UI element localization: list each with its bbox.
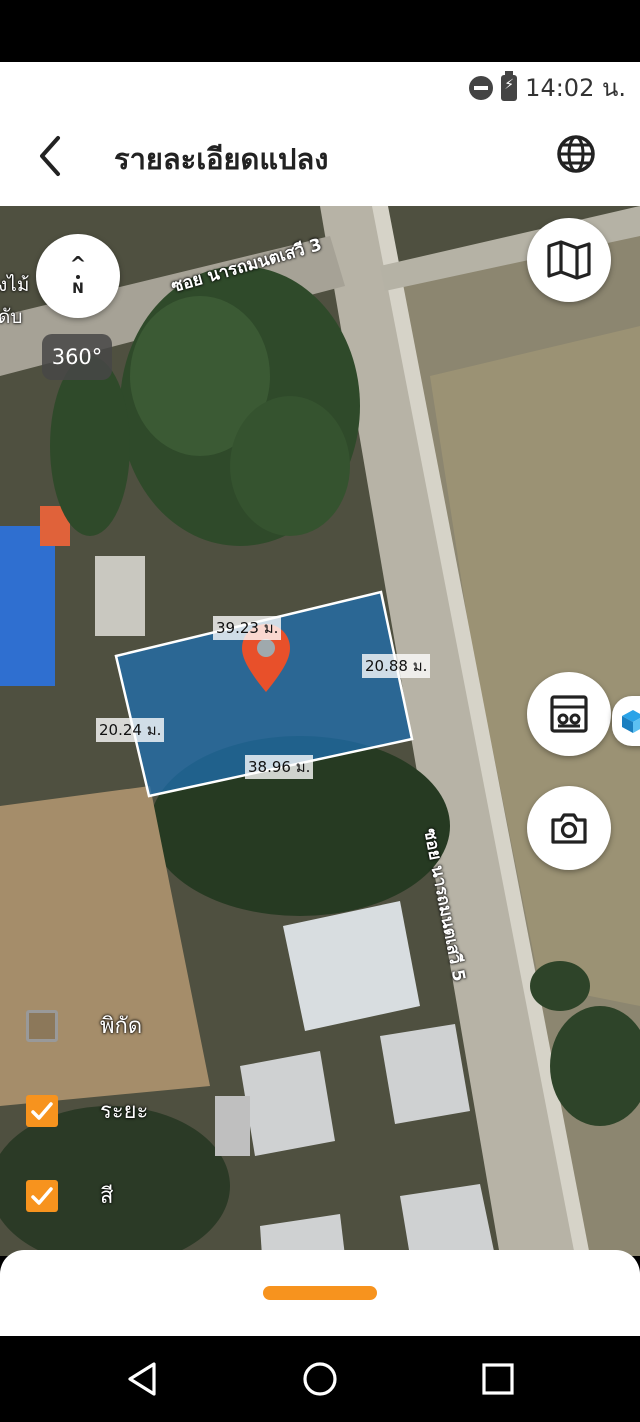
plot-top-edge-length: 39.23 ม. <box>213 616 282 640</box>
map-edge-label-1: งไม้ <box>0 274 30 296</box>
view-360-button[interactable]: 360° <box>42 334 112 380</box>
compass-n-label: N <box>72 281 84 297</box>
camera-icon <box>551 813 587 844</box>
plot-bottom-edge-length: 38.96 ม. <box>245 755 314 779</box>
back-arrow-icon <box>40 136 60 176</box>
globe-icon <box>557 135 595 173</box>
back-button[interactable] <box>28 130 76 182</box>
calculator-button[interactable] <box>527 672 611 756</box>
recents-square-icon <box>482 1363 514 1395</box>
plot-left-edge-length: 20.24 ม. <box>96 718 165 742</box>
home-circle-icon <box>303 1362 337 1396</box>
nav-back-button[interactable] <box>122 1358 164 1400</box>
compass-button[interactable]: ^ N <box>36 234 120 318</box>
camera-button[interactable] <box>527 786 611 870</box>
coordinates-label: พิกัด <box>100 1014 143 1039</box>
distance-label: ระยะ <box>100 1099 149 1124</box>
page-title: รายละเอียดแปลง <box>114 142 329 176</box>
map-layers-icon <box>547 240 591 280</box>
map-edge-label-2: ดับ <box>0 306 23 328</box>
nav-home-button[interactable] <box>299 1358 341 1400</box>
battery-charging-icon <box>501 70 518 101</box>
sheet-drag-handle[interactable] <box>263 1286 377 1300</box>
status-right-group: 14:02 น. <box>469 68 626 107</box>
map-type-button[interactable] <box>527 218 611 302</box>
compass-dot <box>76 275 80 279</box>
nav-recents-button[interactable] <box>477 1358 519 1400</box>
language-button[interactable] <box>552 130 600 178</box>
color-checkbox[interactable] <box>26 1179 58 1212</box>
coordinates-checkbox[interactable] <box>26 1009 58 1042</box>
color-label: สี <box>100 1184 114 1209</box>
status-bar: 14:02 น. <box>0 62 640 106</box>
cube-icon <box>622 710 640 733</box>
checkmark-icon <box>31 1186 53 1205</box>
system-nav-bar <box>0 1336 640 1422</box>
satellite-map[interactable]: ซอย นารถมนตเสวี 3 ซอย นารถมนตเสวี 5 งไม้… <box>0 206 640 1256</box>
calculator-icon <box>550 695 588 733</box>
top-black-band <box>0 0 640 62</box>
north-arrow-icon: ^ <box>69 252 87 276</box>
app-bar: รายละเอียดแปลง <box>0 106 640 206</box>
status-time: 14:02 น. <box>525 74 626 102</box>
toggle-color[interactable]: สี <box>26 1178 113 1213</box>
bottom-sheet[interactable] <box>0 1250 640 1340</box>
plot-right-edge-length: 20.88 ม. <box>362 654 431 678</box>
back-triangle-icon <box>128 1362 156 1396</box>
distance-checkbox[interactable] <box>26 1094 58 1127</box>
do-not-disturb-icon <box>469 75 494 100</box>
toggle-distance[interactable]: ระยะ <box>26 1093 148 1128</box>
toggle-coordinates[interactable]: พิกัด <box>26 1008 142 1043</box>
checkmark-icon <box>31 1101 53 1120</box>
cube-partial-button[interactable] <box>612 696 640 746</box>
